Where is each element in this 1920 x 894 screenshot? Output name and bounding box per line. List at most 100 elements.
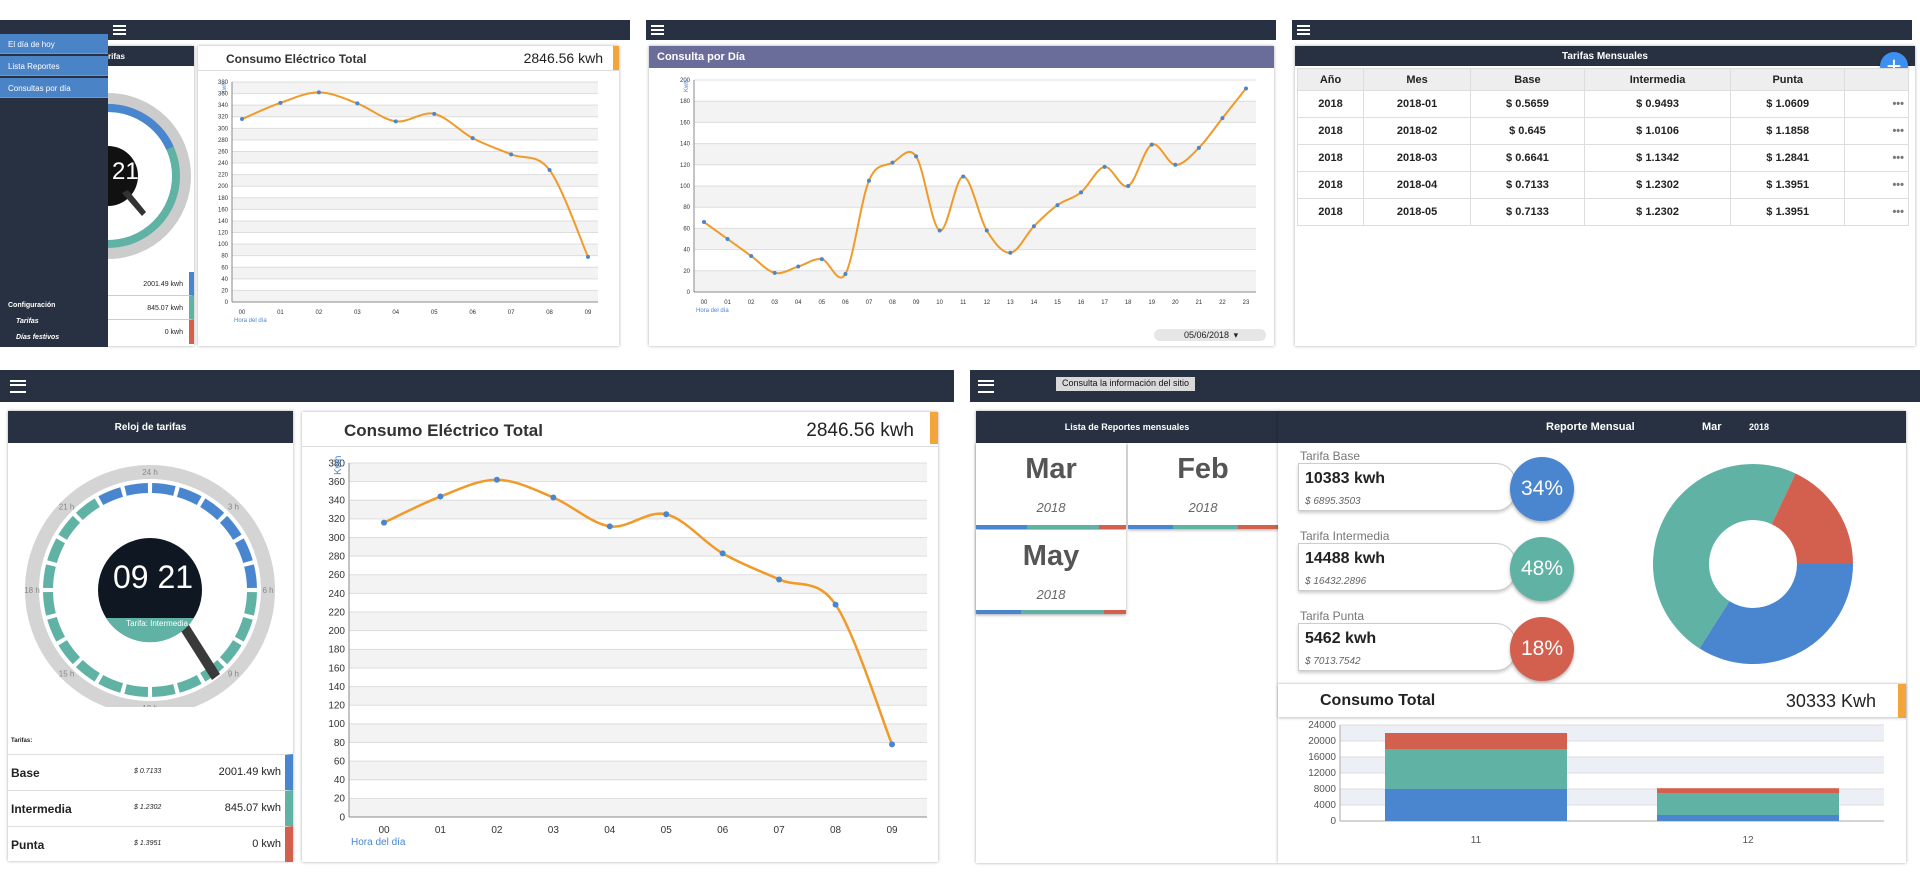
y-tick-label: 180	[328, 645, 345, 656]
report-year: 2018	[1036, 500, 1066, 515]
x-tick-label: 05	[661, 825, 673, 836]
x-tick-label: 12	[983, 300, 990, 306]
clock-hour-segment	[58, 515, 81, 540]
kpi-cost: $ 7013.7542	[1305, 656, 1361, 667]
row-base-value: 2001.49 kwh	[218, 766, 281, 778]
y-tick-label: 16000	[1308, 752, 1336, 763]
y-tick-label: 120	[218, 231, 229, 237]
hamburger-menu-icon[interactable]	[978, 380, 994, 393]
hamburger-menu-icon[interactable]	[651, 25, 664, 35]
more-options-icon[interactable]: •••	[1844, 117, 1909, 145]
tarifa-cell: 2018-05	[1363, 198, 1472, 226]
hamburger-menu-icon[interactable]	[113, 25, 126, 35]
grid-band	[232, 267, 598, 279]
data-point	[984, 228, 989, 233]
menu-item-dias-festivos[interactable]: Días festivos	[16, 334, 59, 341]
grid-band	[349, 537, 927, 557]
grid-band	[349, 649, 927, 668]
grid-band	[232, 220, 598, 233]
clock-time: 09 21	[112, 559, 194, 595]
data-point	[819, 257, 824, 262]
y-tick-label: 100	[218, 242, 229, 248]
row-punta-value: 0 kwh	[252, 838, 281, 850]
clock-hour-segment	[98, 487, 124, 506]
x-axis-label: Hora del día	[351, 837, 406, 848]
x-tick-label: 09	[913, 300, 920, 306]
report-month-card[interactable]: May 2018	[976, 530, 1126, 614]
y-tick-label: 180	[680, 99, 691, 105]
data-point	[1126, 184, 1131, 188]
clock-hour-label: 9 h	[228, 669, 239, 678]
more-options-icon[interactable]: •••	[1844, 171, 1909, 199]
more-options-icon[interactable]: •••	[1844, 198, 1909, 226]
x-tick-label: 00	[378, 825, 390, 836]
tarifa-cell: $ 0.6641	[1470, 144, 1585, 172]
consumo-total-value: 30333 Kwh	[1785, 691, 1876, 711]
kpi-name: Tarifa Punta	[1300, 609, 1365, 623]
clock-hour-segment	[151, 483, 176, 496]
date-picker[interactable]: 05/06/2018 ▾	[1154, 329, 1266, 341]
tarifa-cell: $ 1.0609	[1730, 90, 1845, 118]
y-tick-label: 80	[683, 205, 690, 211]
report-year: 2018	[1188, 500, 1218, 515]
y-tick-label: 24000	[1308, 720, 1336, 731]
report-month-card[interactable]: Feb 2018	[1128, 443, 1278, 529]
data-point	[1079, 190, 1084, 195]
hamburger-menu-icon[interactable]	[10, 380, 26, 393]
consumo-small-title: Consumo Eléctrico Total	[226, 52, 367, 66]
y-tick-label: 120	[328, 701, 345, 712]
data-point	[355, 101, 360, 106]
x-tick-label: 05	[818, 300, 825, 306]
menu-item-consultas[interactable]: Consultas por día	[0, 78, 108, 98]
data-point	[1149, 142, 1154, 147]
clock-hour-segment	[244, 564, 257, 589]
more-options-icon[interactable]: •••	[1844, 90, 1909, 118]
y-tick-label: 220	[328, 607, 345, 618]
clock-hour-segment	[234, 538, 253, 564]
y-axis-label: Kwh	[684, 80, 690, 92]
clock-hour-segment	[176, 487, 202, 506]
tarifa-cell: $ 1.3951	[1730, 171, 1845, 199]
more-options-icon[interactable]: •••	[1844, 144, 1909, 172]
col-intermedia: Intermedia	[1583, 68, 1732, 91]
x-tick-label: 04	[604, 825, 616, 836]
grid-band	[694, 228, 1256, 250]
y-tick-label: 260	[328, 570, 345, 581]
menu-item-hoy[interactable]: El día de hoy	[0, 34, 108, 54]
y-tick-label: 240	[218, 161, 229, 167]
consumo-card: Consumo Eléctrico Total 2846.56 kwh 0 20 4…	[302, 412, 938, 862]
x-tick-label: 17	[1101, 300, 1108, 306]
y-tick-label: 340	[328, 496, 345, 507]
x-tick-label: 12	[1742, 835, 1754, 846]
consulta-chart: 02040608010012014016018020000 01 02 03 04 05 0…	[680, 78, 1256, 314]
y-tick-label: 20	[334, 794, 346, 805]
menu-item-tarifas[interactable]: Tarifas	[16, 318, 39, 325]
site-info-button[interactable]: Consulta la información del sitio	[1056, 377, 1196, 391]
data-point	[493, 476, 500, 483]
data-point	[278, 100, 283, 105]
consumo-small-card: Consumo Eléctrico Total 2846.56 kwh 0 20 4…	[198, 46, 619, 346]
clock-hour-segment	[43, 591, 56, 616]
data-point	[702, 220, 706, 225]
tarifa-cell: 2018	[1296, 144, 1365, 172]
y-tick-label: 160	[218, 207, 229, 213]
clock-hour-segment	[219, 640, 242, 665]
accent-marker	[930, 412, 938, 444]
y-tick-label: 300	[218, 126, 229, 132]
data-point	[393, 119, 398, 124]
x-tick-label: 21	[1196, 300, 1203, 306]
grid-band	[349, 686, 927, 706]
reporte-year: 2018	[1749, 422, 1770, 432]
report-month-card[interactable]: Mar 2018	[976, 443, 1126, 529]
clock-hour-label: 24 h	[142, 468, 158, 477]
data-point	[937, 228, 942, 233]
clock-hour-label: 6 h	[262, 586, 273, 595]
hamburger-menu-icon[interactable]	[1297, 25, 1310, 35]
bar-segment	[1657, 793, 1839, 815]
row-intermedia: Intermedia $ 1.2302 845.07 kwh	[8, 790, 293, 826]
x-tick-label: 05	[431, 310, 438, 316]
tarifa-cell: $ 0.7133	[1470, 198, 1585, 226]
tarifa-cell: 2018-01	[1363, 90, 1472, 118]
consumo-title: Consumo Eléctrico Total	[344, 421, 543, 440]
menu-item-reportes[interactable]: Lista Reportes	[0, 56, 108, 76]
